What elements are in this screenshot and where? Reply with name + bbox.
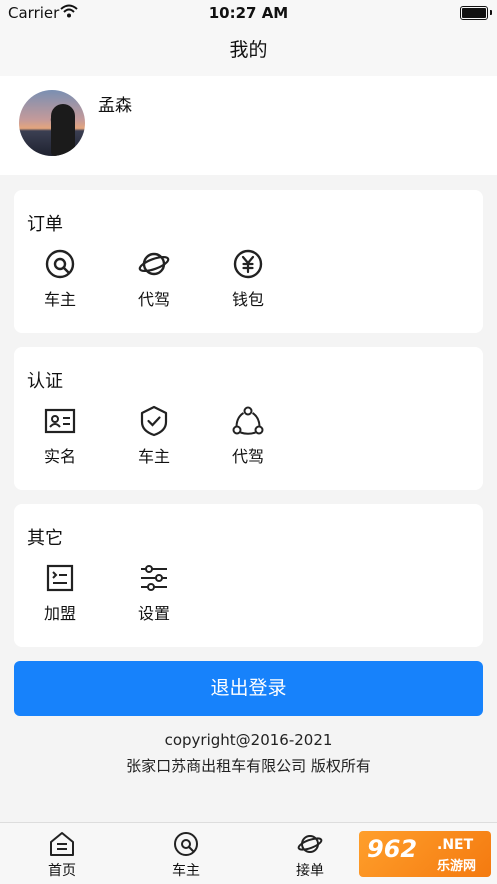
other-title: 其它 bbox=[27, 528, 63, 549]
certification-title: 认证 bbox=[27, 371, 63, 392]
id-card-icon bbox=[44, 408, 76, 434]
company-text: 张家口苏商出租车有限公司 版权所有 bbox=[126, 757, 371, 775]
sliders-icon bbox=[141, 565, 167, 591]
tab-home[interactable]: 首页 bbox=[27, 831, 97, 880]
other-card: 其它 加盟 设置 bbox=[14, 504, 483, 647]
certification-item-label: 车主 bbox=[137, 447, 170, 466]
other-item-settings[interactable]: 设置 bbox=[119, 562, 189, 624]
clock: 10:27 AM bbox=[208, 4, 289, 22]
certification-item-owner[interactable]: 车主 bbox=[119, 405, 189, 467]
avatar[interactable] bbox=[19, 90, 85, 156]
logout-button[interactable]: 退出登录 bbox=[14, 661, 483, 716]
orders-item-label: 车主 bbox=[43, 290, 76, 309]
orders-card: 订单 车主 代驾 钱包 bbox=[14, 190, 483, 333]
copyright-text: copyright@2016-2021 bbox=[164, 731, 333, 749]
avatar-silhouette bbox=[51, 104, 75, 156]
certification-item-realname[interactable]: 实名 bbox=[25, 405, 95, 467]
planet-icon bbox=[138, 252, 170, 276]
tab-label: 接单 bbox=[296, 863, 324, 879]
profile-header[interactable]: 孟森 bbox=[0, 76, 497, 175]
orders-item-label: 钱包 bbox=[231, 290, 264, 309]
certification-item-label: 实名 bbox=[43, 447, 76, 466]
orders-title: 订单 bbox=[27, 214, 63, 235]
orders-item-wallet[interactable]: 钱包 bbox=[213, 248, 283, 310]
battery-icon bbox=[460, 6, 488, 20]
steering-icon bbox=[174, 832, 198, 856]
other-item-label: 加盟 bbox=[43, 604, 76, 623]
tab-label: 车主 bbox=[172, 863, 200, 879]
yen-wallet-icon bbox=[233, 249, 263, 279]
other-item-join[interactable]: 加盟 bbox=[25, 562, 95, 624]
share-nodes-icon bbox=[232, 406, 264, 435]
watermark-domain: .NET bbox=[437, 837, 474, 853]
orders-item-driver[interactable]: 代驾 bbox=[119, 248, 189, 310]
other-item-label: 设置 bbox=[137, 604, 170, 623]
watermark-number: 962 bbox=[367, 835, 418, 863]
orders-item-owner[interactable]: 车主 bbox=[25, 248, 95, 310]
watermark-logo: 962 .NET 乐游网 bbox=[359, 831, 491, 877]
user-name: 孟森 bbox=[98, 96, 132, 116]
home-icon bbox=[50, 832, 74, 856]
certification-item-driver[interactable]: 代驾 bbox=[213, 405, 283, 467]
certification-card: 认证 实名 车主 代驾 bbox=[14, 347, 483, 490]
battery-tip bbox=[490, 10, 492, 15]
tab-owner[interactable]: 车主 bbox=[151, 831, 221, 880]
tab-label: 首页 bbox=[48, 863, 76, 879]
orders-item-label: 代驾 bbox=[137, 290, 170, 309]
page-title: 我的 bbox=[0, 26, 497, 76]
steering-icon bbox=[45, 249, 75, 279]
status-bar: Carrier 10:27 AM bbox=[0, 0, 497, 26]
tab-accept-orders[interactable]: 接单 bbox=[275, 831, 345, 880]
watermark-text: 乐游网 bbox=[437, 859, 477, 874]
certification-item-label: 代驾 bbox=[231, 447, 264, 466]
list-icon bbox=[46, 564, 74, 592]
planet-icon bbox=[297, 835, 323, 853]
shield-check-icon bbox=[140, 405, 168, 437]
